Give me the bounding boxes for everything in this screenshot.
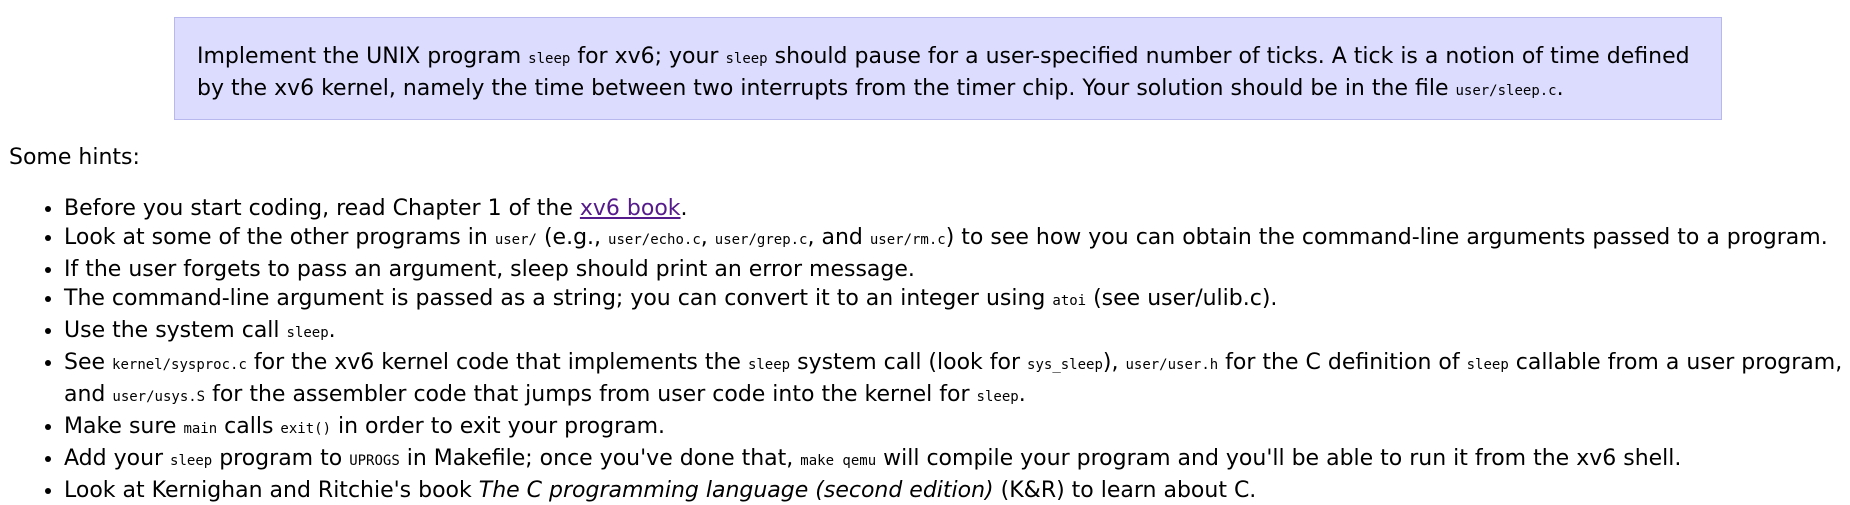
xv6-book-link[interactable]: xv6 book (580, 196, 681, 221)
code-function: sleep (976, 389, 1019, 405)
hint-item: Add your sleep program to UPROGS in Make… (64, 444, 1850, 476)
code-function: sleep (286, 325, 329, 341)
hint-item: The command-line argument is passed as a… (64, 284, 1850, 316)
hint-text: (see user/ulib.c). (1086, 286, 1278, 311)
hint-text: will compile your program and you'll be … (876, 446, 1682, 471)
hint-text: Add your (64, 446, 171, 471)
hint-text: Make sure (64, 414, 184, 439)
hint-text: See (64, 350, 113, 375)
code-sleep: sleep (725, 51, 768, 67)
hint-text: ), (1102, 350, 1126, 375)
hint-text: program to (212, 446, 350, 471)
hint-text: . (328, 318, 336, 343)
hint-text: . (1018, 382, 1026, 407)
hint-text: in order to exit your program. (331, 414, 666, 439)
assignment-text: for xv6; your (570, 44, 726, 69)
hints-list: Before you start coding, read Chapter 1 … (0, 194, 1850, 505)
hint-text: , (700, 225, 715, 250)
hint-text: for the C definition of (1218, 350, 1467, 375)
hint-text: , and (807, 225, 870, 250)
code-path: user/rm.c (869, 232, 946, 248)
code-path: kernel/sysproc.c (112, 357, 247, 373)
hint-text: system call (look for (790, 350, 1028, 375)
hint-text: for the xv6 kernel code that implements … (246, 350, 748, 375)
assignment-text: Implement the UNIX program (197, 44, 529, 69)
code-function: sleep (1466, 357, 1509, 373)
hint-item: Look at Kernighan and Ritchie's book The… (64, 476, 1850, 505)
hint-text: for the assembler code that jumps from u… (205, 382, 977, 407)
hint-text: (K&R) to learn about C. (993, 478, 1257, 503)
code-path: user/echo.c (608, 232, 701, 248)
code-path: user/usys.S (112, 389, 206, 405)
hint-text: If the user forgets to pass an argument,… (64, 257, 915, 282)
hint-text: Look at some of the other programs in (64, 225, 495, 250)
hints-heading: Some hints: (9, 145, 140, 170)
book-title: The C programming language (second editi… (478, 478, 994, 503)
hint-text: Look at Kernighan and Ritchie's book (64, 478, 479, 503)
hint-text: . (680, 196, 688, 221)
code-function: sleep (170, 453, 213, 469)
code-function: atoi (1052, 293, 1087, 309)
code-identifier: UPROGS (349, 453, 400, 469)
hint-item: Before you start coding, read Chapter 1 … (64, 194, 1850, 223)
hint-text: (e.g., (536, 225, 609, 250)
hint-item: If the user forgets to pass an argument,… (64, 255, 1850, 284)
code-function: exit() (280, 421, 331, 437)
assignment-box: Implement the UNIX program sleep for xv6… (174, 17, 1722, 120)
hint-item: Make sure main calls exit() in order to … (64, 412, 1850, 444)
code-sleep: sleep (528, 51, 571, 67)
hint-item: Look at some of the other programs in us… (64, 223, 1850, 255)
hint-text: Before you start coding, read Chapter 1 … (64, 196, 580, 221)
code-path: user/user.h (1125, 357, 1219, 373)
hint-text: Use the system call (64, 318, 287, 343)
code-function: main (183, 421, 218, 437)
hint-text: The command-line argument is passed as a… (64, 286, 1053, 311)
code-function: sys_sleep (1027, 357, 1103, 373)
code-function: sleep (747, 357, 791, 373)
hint-item: See kernel/sysproc.c for the xv6 kernel … (64, 348, 1850, 412)
hint-item: Use the system call sleep. (64, 316, 1850, 348)
assignment-text: . (1556, 76, 1564, 101)
hint-text: calls (217, 414, 281, 439)
hint-text: ) to see how you can obtain the command-… (945, 225, 1828, 250)
code-file-path: user/sleep.c (1455, 83, 1557, 99)
code-path: user/ (494, 232, 537, 248)
hint-text: in Makefile; once you've done that, (399, 446, 801, 471)
code-command: make qemu (800, 453, 877, 469)
code-path: user/grep.c (714, 232, 808, 248)
